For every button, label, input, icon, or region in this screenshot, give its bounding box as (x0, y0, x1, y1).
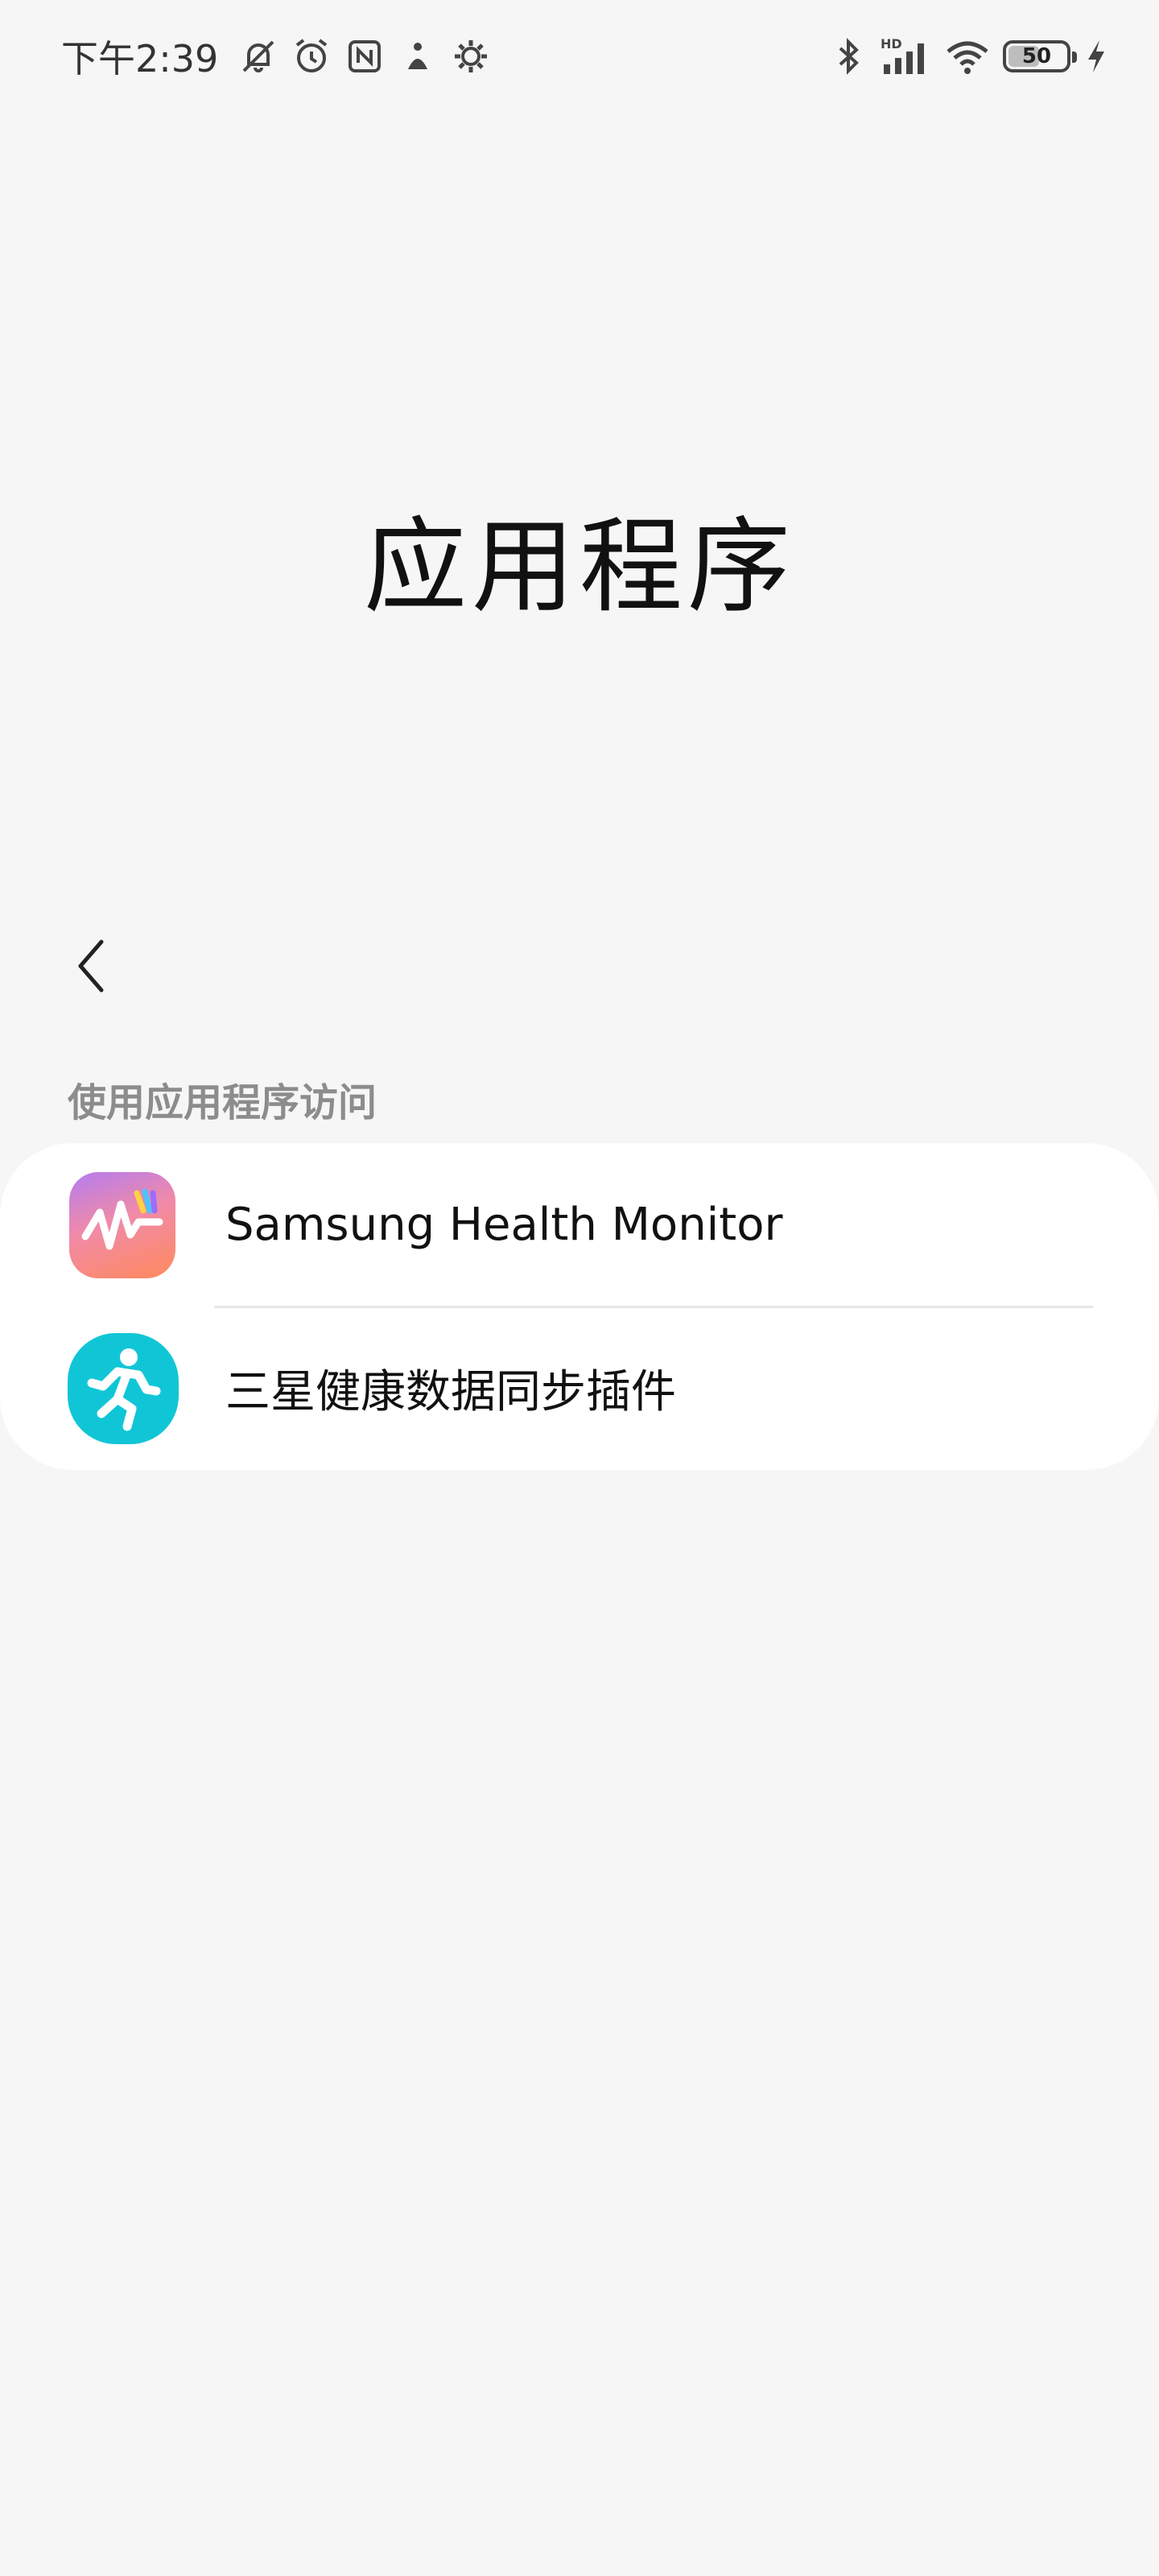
battery-icon: 50 (1003, 40, 1077, 72)
battery-level: 50 (1021, 44, 1052, 68)
status-time: 下午2:39 (61, 37, 219, 80)
list-item-samsung-health-monitor[interactable]: Samsung Health Monitor (0, 1143, 1159, 1307)
back-button[interactable] (52, 926, 132, 1006)
nfc-icon (344, 35, 386, 77)
status-right: HD 50 (827, 31, 1111, 82)
settings-gear-icon (450, 35, 492, 77)
app-name: Samsung Health Monitor (225, 1199, 783, 1251)
chevron-left-icon (78, 939, 104, 993)
app-name: 三星健康数据同步插件 (225, 1366, 676, 1418)
samsung-health-monitor-icon (69, 1171, 175, 1278)
samsung-health-sync-icon (68, 1332, 179, 1444)
status-left: 下午2:39 (61, 31, 492, 82)
signal-icon: HD (881, 35, 932, 77)
bluetooth-icon (827, 35, 869, 77)
app-list-card: Samsung Health Monitor 三星健康数据同步插件 (0, 1143, 1159, 1470)
alarm-icon (291, 35, 332, 77)
app-access-screen: 下午2:39 HD 50 应用程序 使用应用程序访问 Samsung Healt… (0, 0, 1159, 2576)
app-notification-icon (397, 35, 439, 77)
bell-muted-icon (237, 35, 279, 77)
status-bar: 下午2:39 HD 50 (0, 0, 1159, 113)
charging-icon (1082, 35, 1111, 77)
network-label: HD (881, 36, 902, 52)
page-title: 应用程序 (363, 507, 795, 627)
list-item-samsung-health-sync[interactable]: 三星健康数据同步插件 (0, 1307, 1159, 1470)
wifi-icon (943, 35, 992, 77)
section-header: 使用应用程序访问 (68, 1080, 377, 1125)
